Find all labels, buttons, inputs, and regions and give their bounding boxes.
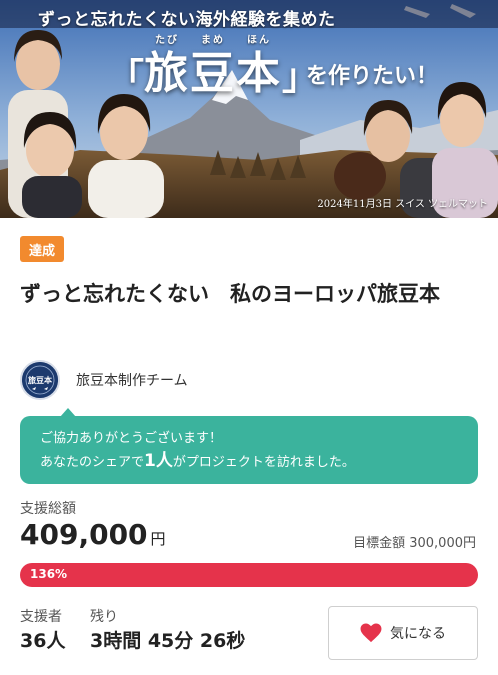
- remaining-time-value: 3時間 45分 26秒: [90, 630, 246, 652]
- heart-icon: [360, 623, 382, 643]
- remaining-time-label: 残り: [90, 609, 118, 625]
- project-owner[interactable]: 旅豆本 旅豆本制作チーム: [20, 360, 188, 400]
- funding-progress-bar: 136%: [20, 563, 478, 587]
- hero-title-suffix: を作りたい！: [306, 64, 439, 89]
- share-message-tip: [60, 408, 76, 417]
- hero-caption: 2024年11月3日 スイス ツェルマット: [317, 199, 488, 210]
- share-line-2-suffix: がプロジェクトを訪れました。: [172, 455, 355, 470]
- favorite-button[interactable]: 気になる: [328, 606, 478, 660]
- ruby-3: ほん: [247, 35, 272, 46]
- backers-count: 36人: [20, 630, 66, 652]
- share-message: ご協力ありがとうございます！ あなたのシェアで1人がプロジェクトを訪れました。: [20, 408, 478, 484]
- goal-amount: 目標金額 300,000円: [353, 532, 476, 551]
- hero-title-main: たび まめ ほん 旅豆本: [144, 36, 282, 106]
- total-support-amount: 409,000 円: [20, 518, 166, 551]
- goal-label: 目標金額: [353, 536, 406, 551]
- owner-logo-icon: 旅豆本: [22, 362, 58, 398]
- ruby-1: たび: [155, 35, 180, 46]
- hero-banner: ずっと忘れたくない海外経験を集めた 「 たび まめ ほん 旅豆本 」 を作りたい…: [0, 0, 498, 218]
- hero-title-ruby: たび まめ ほん: [144, 36, 282, 46]
- owner-name[interactable]: 旅豆本制作チーム: [76, 370, 188, 390]
- hero-title-text: 旅豆本: [144, 48, 283, 99]
- funding-progress-label: 136%: [30, 567, 68, 581]
- hero-headline: ずっと忘れたくない海外経験を集めた: [38, 10, 336, 30]
- project-title: ずっと忘れたくない 私のヨーロッパ旅豆本: [20, 282, 440, 306]
- share-line-2-prefix: あなたのシェアで: [40, 455, 145, 470]
- share-line-1: ご協力ありがとうございます！: [40, 431, 223, 446]
- total-support-label: 支援総額: [20, 501, 76, 517]
- goal-value: 300,000円: [409, 536, 476, 551]
- status-badge: 達成: [20, 236, 64, 262]
- share-line-2: あなたのシェアで1人がプロジェクトを訪れました。: [40, 450, 458, 474]
- owner-avatar[interactable]: 旅豆本: [20, 360, 60, 400]
- funding-progress-fill: [20, 563, 478, 587]
- ruby-2: まめ: [201, 35, 226, 46]
- backers-label: 支援者: [20, 609, 62, 625]
- total-amount-currency: 円: [150, 530, 166, 548]
- favorite-label: 気になる: [390, 625, 446, 641]
- hero-title: 「 たび まめ ほん 旅豆本 」: [108, 30, 318, 106]
- share-visitor-count: 1人: [144, 451, 173, 471]
- total-amount-value: 409,000: [20, 518, 148, 551]
- owner-logo-text: 旅豆本: [28, 375, 52, 385]
- hero-title-open: 「: [108, 57, 145, 98]
